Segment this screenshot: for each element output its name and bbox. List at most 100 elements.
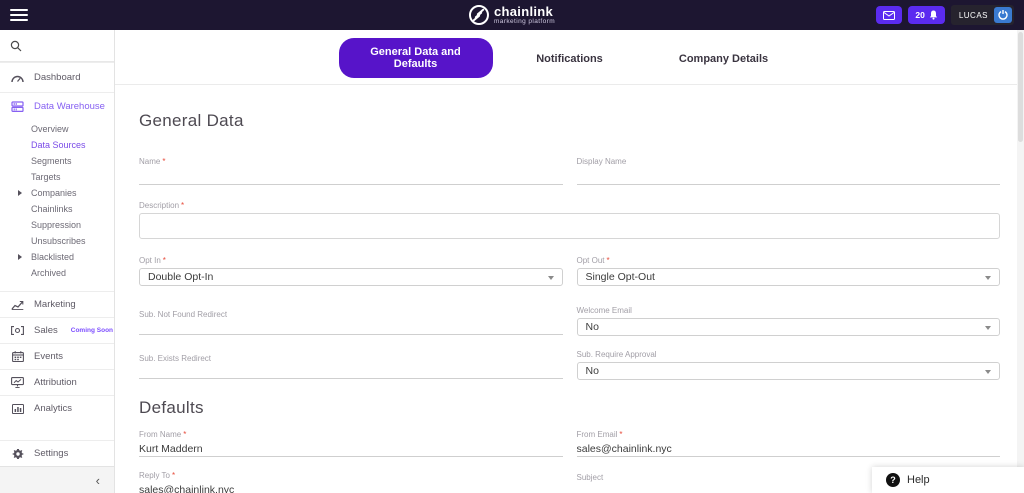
sidebar-subitem-blacklisted[interactable]: Blacklisted (18, 249, 114, 265)
coming-soon-badge: Coming Soon (70, 327, 114, 334)
opt-in-label: Opt In * (139, 255, 166, 265)
gear-icon (11, 448, 24, 460)
sidebar-item-label: Analytics (34, 403, 73, 414)
line-chart-icon (11, 300, 24, 310)
required-marker: * (162, 157, 166, 166)
sidebar-subitem-data-sources[interactable]: Data Sources (31, 137, 114, 153)
welcome-email-value: No (585, 320, 599, 333)
sidebar-subitem-suppression[interactable]: Suppression (31, 217, 114, 233)
logout-button[interactable] (994, 7, 1012, 23)
money-icon (11, 326, 24, 335)
sidebar-subitem-targets[interactable]: Targets (31, 169, 114, 185)
required-marker: * (181, 200, 185, 210)
sub-require-approval-select[interactable]: No (576, 361, 1000, 380)
sidebar-subitem-archived[interactable]: Archived (31, 265, 114, 281)
sidebar-subitem-segments[interactable]: Segments (31, 153, 114, 169)
data-warehouse-submenu: Overview Data Sources Segments Targets C… (0, 119, 114, 291)
help-label: Help (907, 474, 930, 486)
sidebar-item-label: Events (34, 351, 64, 362)
chevron-down-icon (985, 325, 991, 330)
from-email-label: From Email * (576, 429, 623, 439)
logo-ring-icon (468, 5, 489, 25)
notification-count: 20 (915, 10, 925, 20)
vertical-scrollbar[interactable] (1017, 30, 1024, 493)
help-widget[interactable]: ? Help (872, 467, 1024, 493)
from-email-input[interactable] (576, 441, 1000, 457)
required-marker: * (171, 471, 176, 480)
username: LUCAS (958, 10, 988, 20)
general-data-heading: General Data (139, 111, 244, 130)
sidebar-item-label: Sales (34, 325, 58, 336)
required-marker: * (606, 255, 610, 265)
opt-in-value: Double Opt-In (148, 270, 214, 283)
sub-exists-redirect-label: Sub. Exists Redirect (139, 353, 212, 363)
from-name-input[interactable] (139, 441, 563, 457)
mail-button[interactable] (876, 6, 903, 24)
sidebar-subitem-overview[interactable]: Overview (31, 121, 114, 137)
name-input[interactable] (139, 168, 563, 185)
menu-icon[interactable] (10, 9, 28, 21)
defaults-heading: Defaults (139, 397, 204, 417)
tab-company-details[interactable]: Company Details (679, 53, 768, 65)
sidebar-item-analytics[interactable]: Analytics (0, 395, 114, 421)
sidebar-item-dashboard[interactable]: Dashboard (0, 62, 114, 92)
sidebar: Dashboard Data Warehouse Overview Data S… (0, 30, 115, 493)
chevron-right-icon (18, 190, 22, 196)
calendar-icon (11, 351, 24, 362)
reply-to-label: Reply To * (139, 471, 176, 480)
display-name-input[interactable] (576, 168, 1000, 185)
tab-notifications[interactable]: Notifications (536, 53, 603, 65)
sidebar-search[interactable] (0, 30, 114, 62)
from-name-label: From Name * (139, 429, 187, 439)
bar-chart-icon (11, 403, 24, 414)
description-textarea[interactable] (139, 212, 1000, 239)
sidebar-item-label: Data Warehouse (34, 100, 105, 112)
top-header: chainlink marketing platform 20 LUCAS (0, 0, 1024, 30)
chevron-down-icon (985, 275, 991, 280)
opt-out-label: Opt Out * (576, 255, 610, 265)
welcome-email-label: Welcome Email (576, 305, 632, 315)
sub-not-found-redirect-label: Sub. Not Found Redirect (139, 309, 228, 319)
opt-in-select[interactable]: Double Opt-In (139, 267, 563, 286)
sidebar-item-marketing[interactable]: Marketing (0, 291, 114, 317)
chevron-right-icon (18, 254, 22, 260)
server-icon (11, 100, 24, 112)
name-label: Name * (139, 157, 166, 166)
sidebar-item-label: Attribution (34, 377, 77, 388)
sidebar-item-settings[interactable]: Settings (0, 440, 114, 466)
logo-title: chainlink (493, 3, 554, 19)
sidebar-subitem-unsubscribes[interactable]: Unsubscribes (31, 233, 114, 249)
search-icon (10, 40, 22, 51)
main-content: General Data and Defaults Notifications … (115, 30, 1024, 493)
mail-icon (883, 10, 896, 20)
sidebar-item-data-warehouse[interactable]: Data Warehouse (0, 92, 114, 119)
sidebar-item-attribution[interactable]: Attribution (0, 369, 114, 395)
sidebar-item-label: Marketing (34, 299, 76, 310)
reply-to-input[interactable] (139, 482, 563, 493)
logout-power-icon (998, 10, 1008, 20)
tab-general-data-and-defaults[interactable]: General Data and Defaults (338, 38, 493, 78)
opt-out-value: Single Opt-Out (585, 270, 655, 283)
sub-exists-redirect-input[interactable] (139, 362, 563, 379)
description-label: Description * (139, 200, 185, 210)
welcome-email-select[interactable]: No (576, 317, 1000, 336)
sub-not-found-redirect-input[interactable] (139, 318, 563, 335)
notifications-bell-icon (929, 10, 938, 20)
gauge-icon (11, 73, 24, 83)
sidebar-item-sales[interactable]: Sales Coming Soon (0, 317, 114, 343)
sub-require-approval-label: Sub. Require Approval (576, 349, 657, 359)
user-chip: LUCAS (950, 5, 1014, 25)
sidebar-subitem-companies[interactable]: Companies (18, 185, 114, 201)
required-marker: * (183, 429, 187, 439)
collapse-sidebar-icon[interactable]: ‹ (96, 474, 100, 487)
sidebar-subitem-chainlinks[interactable]: Chainlinks (31, 201, 114, 217)
question-mark-icon: ? (886, 473, 900, 487)
scrollbar-thumb[interactable] (1018, 32, 1023, 142)
list-settings-form: General Data Name * Display Name Descript… (115, 111, 1024, 493)
required-marker: * (162, 255, 166, 265)
opt-out-select[interactable]: Single Opt-Out (576, 267, 1000, 286)
notifications-button[interactable]: 20 (908, 6, 945, 24)
sidebar-item-label: Settings (34, 448, 69, 459)
sidebar-item-events[interactable]: Events (0, 343, 114, 369)
